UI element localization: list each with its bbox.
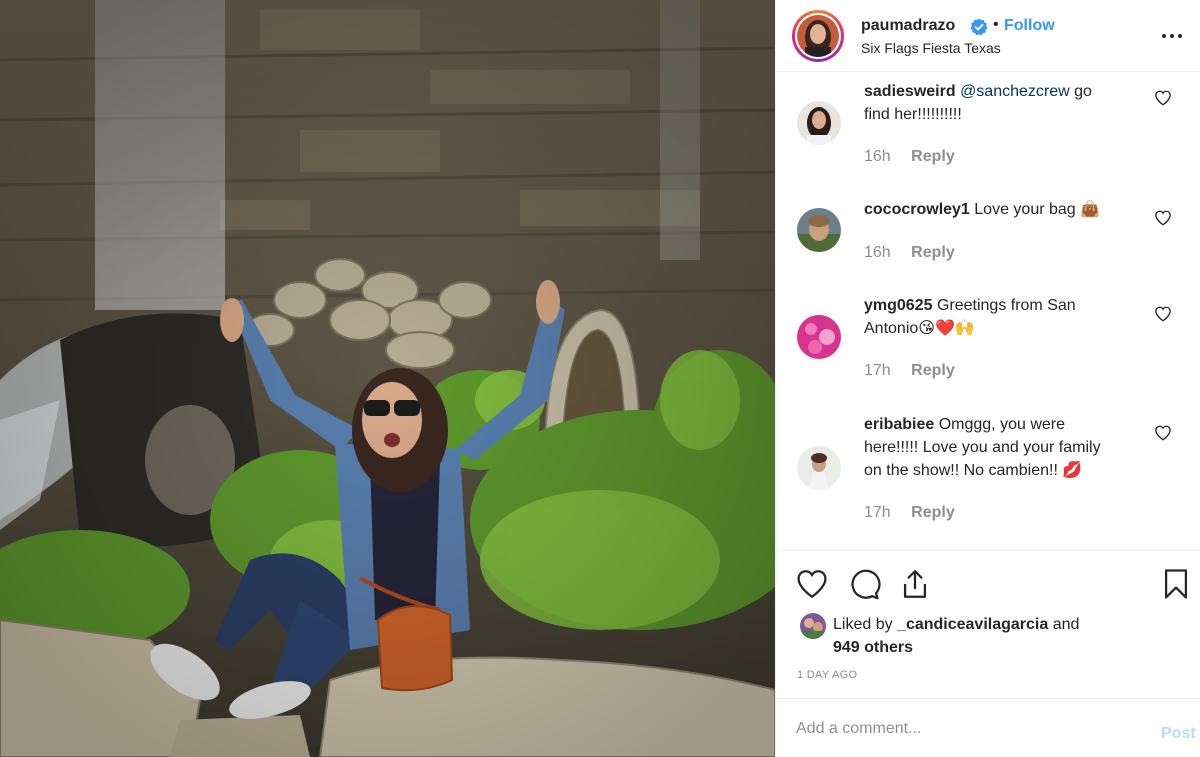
comment-like-heart-icon[interactable] (1154, 89, 1172, 107)
comment-username[interactable]: sadiesweird (864, 83, 956, 100)
comment-body-line2: here!!!!! Love you and your family (864, 439, 1101, 456)
comment-icon[interactable] (847, 567, 881, 601)
comment-text: sadiesweird @sanchezcrew go find her!!!!… (864, 80, 1126, 126)
comment-body-line2: Antonio (864, 320, 919, 337)
post-header: paumadrazo • Follow Six Flags Fiesta Tex… (776, 0, 1200, 72)
comment-body-line1: Greetings from San (932, 297, 1076, 314)
reply-button[interactable]: Reply (911, 362, 955, 379)
header-separator: • (993, 16, 999, 33)
comment-body-line2: find her!!!!!!!!!! (864, 106, 962, 123)
comments-list[interactable]: sadiesweird @sanchezcrew go find her!!!!… (776, 73, 1200, 550)
share-icon[interactable] (898, 567, 932, 601)
add-comment-bar: Post (776, 698, 1200, 757)
comment-username[interactable]: ymg0625 (864, 297, 933, 314)
post-photo[interactable] (0, 0, 775, 757)
post-side-panel: paumadrazo • Follow Six Flags Fiesta Tex… (775, 0, 1200, 757)
comment-meta: 16h Reply (864, 148, 955, 166)
comment-time: 17h (864, 362, 891, 379)
comment-body-line1: Omggg, you were (934, 416, 1065, 433)
commenter-avatar-image (797, 208, 841, 252)
post-comment-button[interactable]: Post (1161, 725, 1196, 743)
handbag-emoji: 👜 (1080, 201, 1101, 218)
liked-by-username[interactable]: _candiceavilagarcia (897, 616, 1048, 633)
comment-body-line1: go (1069, 83, 1092, 100)
comment-username[interactable]: eribabiee (864, 416, 934, 433)
post-actions: Liked by _candiceavilagarcia and 949 oth… (776, 550, 1200, 698)
comment-like-heart-icon[interactable] (1154, 424, 1172, 442)
verified-badge-icon (970, 18, 988, 36)
kiss-heart-hands-emoji: 😘❤️🙌 (918, 320, 975, 337)
comment-meta: 16h Reply (864, 244, 955, 262)
comment-like-heart-icon[interactable] (1154, 209, 1172, 227)
post-location[interactable]: Six Flags Fiesta Texas (861, 40, 1001, 56)
commenter-avatar[interactable] (797, 208, 841, 252)
comment-meta: 17h Reply (864, 362, 955, 380)
lips-emoji: 💋 (1062, 462, 1083, 479)
comment-text: eribabiee Omggg, you were here!!!!! Love… (864, 413, 1126, 482)
comment-time: 16h (864, 244, 891, 261)
post-photo-illustration (0, 0, 775, 757)
reply-button[interactable]: Reply (911, 148, 955, 165)
commenter-avatar-image (797, 446, 841, 490)
reply-button[interactable]: Reply (911, 504, 955, 521)
reply-button[interactable]: Reply (911, 244, 955, 261)
comment-text: ymg0625 Greetings from San Antonio😘❤️🙌 (864, 294, 1126, 340)
author-avatar-image (797, 15, 839, 57)
comment-time: 16h (864, 148, 891, 165)
commenter-avatar[interactable] (797, 315, 841, 359)
comment-meta: 17h Reply (864, 504, 955, 522)
comment-body: Love your bag (969, 201, 1081, 218)
liker-avatar-image (800, 613, 826, 639)
author-username[interactable]: paumadrazo (861, 17, 955, 35)
comment-body-line3: on the show!! No cambien!! (864, 462, 1063, 479)
comment-like-heart-icon[interactable] (1154, 305, 1172, 323)
commenter-avatar-image (797, 101, 841, 145)
more-options-icon[interactable] (1160, 27, 1184, 45)
liked-by-text: Liked by _candiceavilagarcia and 949 oth… (833, 613, 1163, 659)
liker-avatar[interactable] (800, 613, 826, 639)
comment-username[interactable]: cococrowley1 (864, 201, 970, 218)
comment-input[interactable] (796, 717, 1136, 741)
post-timestamp[interactable]: 1 DAY AGO (797, 669, 857, 681)
author-avatar[interactable] (792, 10, 844, 62)
heart-icon[interactable] (795, 567, 829, 601)
commenter-avatar[interactable] (797, 446, 841, 490)
commenter-avatar-image (797, 315, 841, 359)
commenter-avatar[interactable] (797, 101, 841, 145)
follow-button[interactable]: Follow (1004, 17, 1055, 35)
liked-by-middle: and (1048, 616, 1080, 633)
liked-by-prefix: Liked by (833, 616, 898, 633)
comment-time: 17h (864, 504, 891, 521)
comment-mention[interactable]: @sanchezcrew (960, 83, 1070, 100)
likes-count[interactable]: 949 others (833, 639, 913, 656)
bookmark-icon[interactable] (1159, 567, 1193, 601)
comment-text: cococrowley1 Love your bag 👜 (864, 198, 1126, 221)
